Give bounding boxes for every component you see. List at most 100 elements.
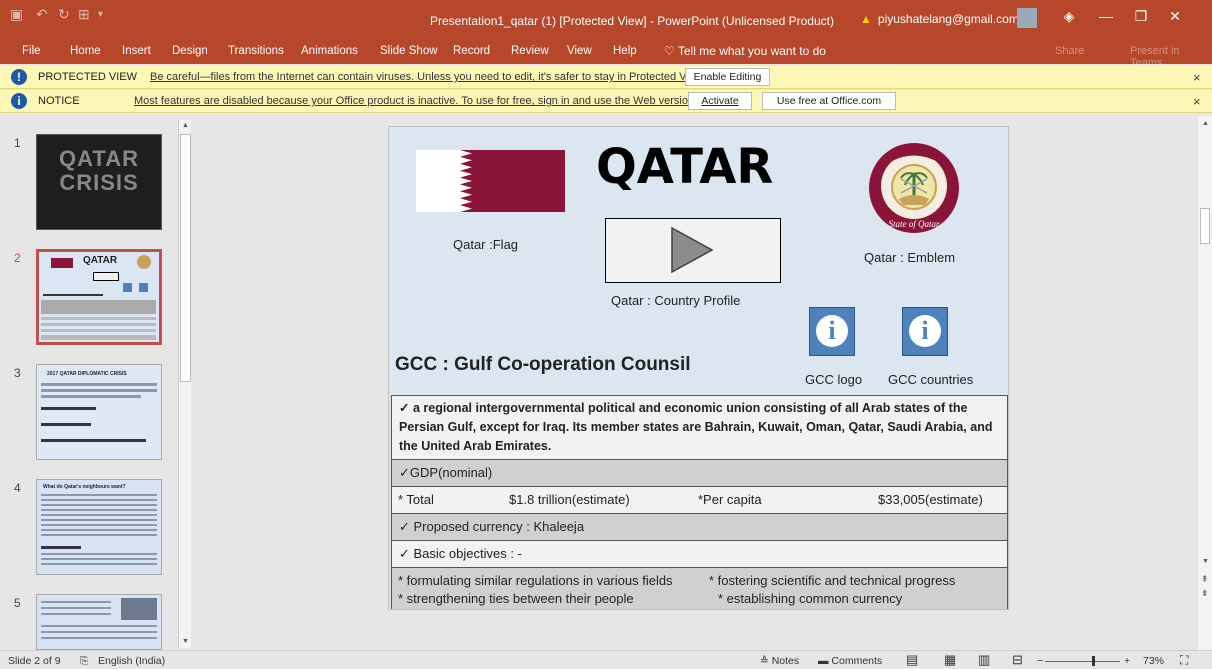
tab-design[interactable]: Design [172, 45, 208, 57]
country-profile-video[interactable] [605, 218, 781, 283]
tab-transitions[interactable]: Transitions [228, 45, 284, 57]
comments-button[interactable]: ▬ Comments [818, 655, 882, 667]
thumb-line [41, 601, 111, 603]
slide-counter: Slide 2 of 9 [8, 655, 61, 667]
tab-file[interactable]: File [22, 45, 41, 57]
tab-insert[interactable]: Insert [122, 45, 151, 57]
tab-view[interactable]: View [567, 45, 592, 57]
slide-canvas[interactable]: QATAR State of Qatar Qatar :Flag Qatar :… [388, 126, 1009, 610]
tell-me-search[interactable]: ♡ Tell me what you want to do [664, 44, 826, 58]
close-protected-bar-icon[interactable]: × [1193, 70, 1201, 85]
zoom-slider[interactable] [1045, 661, 1120, 662]
scroll-down-icon[interactable]: ▼ [182, 638, 189, 645]
customize-qat-icon[interactable]: ⊞ [78, 6, 90, 23]
qat-dropdown-icon[interactable]: ▾ [98, 9, 103, 20]
thumb-line [41, 613, 111, 615]
share-button[interactable]: Share [1055, 45, 1084, 57]
zoom-level[interactable]: 73% [1143, 655, 1164, 667]
gcc-logo-info-button[interactable]: i [809, 307, 855, 356]
tab-review[interactable]: Review [511, 45, 549, 57]
info-icon: i [909, 315, 941, 347]
zoom-out-icon[interactable]: − [1037, 655, 1043, 667]
protected-view-message[interactable]: Be careful—files from the Internet can c… [150, 71, 705, 83]
emblem-lettering: State of Qatar [889, 219, 940, 229]
thumb-line [41, 558, 157, 560]
thumbnail-scrollbar[interactable]: ▲ ▼ [178, 120, 191, 648]
slide-scrollbar[interactable]: ▲ ▼ ⇞ ⇟ [1198, 116, 1212, 650]
shield-icon: ! [11, 69, 27, 85]
normal-view-icon[interactable]: ▤ [906, 652, 918, 668]
next-slide-icon[interactable]: ⇟ [1201, 588, 1209, 599]
gcc-info-table[interactable]: ✓ a regional intergovernmental political… [391, 395, 1008, 609]
flag-caption[interactable]: Qatar :Flag [453, 237, 518, 252]
account-area[interactable]: ▲ piyushatelang@gmail.com [860, 12, 1019, 26]
gcc-heading[interactable]: GCC : Gulf Co-operation Counsil [395, 354, 691, 376]
scroll-up-icon[interactable]: ▲ [1202, 120, 1209, 127]
zoom-slider-handle[interactable] [1092, 656, 1095, 666]
thumb-line [41, 317, 156, 320]
enable-editing-button[interactable]: Enable Editing [685, 68, 770, 86]
title-bar: ▣ ↶ ↻ ⊞ ▾ Presentation1_qatar (1) [Prote… [0, 0, 1212, 40]
tab-slide-show[interactable]: Slide Show [380, 45, 438, 57]
diamond-icon[interactable]: ◈ [1059, 8, 1079, 25]
thumb-line [41, 329, 156, 332]
thumb-line [41, 563, 157, 565]
gcc-countries-info-button[interactable]: i [902, 307, 948, 356]
lightbulb-icon: ♡ [664, 44, 678, 58]
slide-thumbnail-5[interactable] [36, 594, 162, 650]
objective-2: * fostering scientific and technical pro… [709, 573, 956, 588]
tab-animations[interactable]: Animations [301, 45, 358, 57]
gcc-countries-caption[interactable]: GCC countries [888, 372, 973, 387]
protected-view-title: PROTECTED VIEW [38, 71, 138, 83]
close-button[interactable]: ✕ [1165, 8, 1185, 25]
tab-home[interactable]: Home [70, 45, 101, 57]
redo-icon[interactable]: ↻ [58, 6, 70, 23]
play-icon[interactable] [670, 226, 714, 274]
use-free-button[interactable]: Use free at Office.com [762, 92, 896, 110]
slide-thumbnail-2[interactable]: QATAR [36, 249, 162, 345]
slide-thumbnail-1[interactable]: QATAR CRISIS [36, 134, 162, 230]
slide-thumbnail-4[interactable]: What do Qatar's neighbours want? [36, 479, 162, 575]
slide-title[interactable]: QATAR [596, 139, 773, 195]
qatar-flag-image[interactable] [416, 150, 565, 212]
fit-to-window-icon[interactable]: ⛶ [1180, 653, 1188, 668]
scrollbar-thumb[interactable] [1200, 208, 1210, 244]
thumb-line [41, 514, 157, 516]
slide-sorter-icon[interactable]: ▦ [944, 652, 956, 668]
slide-thumbnail-3[interactable]: 2017 QATAR DIPLOMATIC CRISIS [36, 364, 162, 460]
slideshow-icon[interactable]: ⊟ [1012, 652, 1023, 668]
scrollbar-thumb[interactable] [180, 134, 191, 382]
thumb3-title: 2017 QATAR DIPLOMATIC CRISIS [47, 371, 127, 377]
close-notice-bar-icon[interactable]: × [1193, 94, 1201, 109]
thumb-number: 1 [14, 136, 21, 150]
avatar[interactable] [1017, 8, 1037, 28]
qatar-emblem-image[interactable]: State of Qatar [867, 141, 961, 235]
country-profile-caption[interactable]: Qatar : Country Profile [611, 293, 740, 308]
zoom-in-icon[interactable]: + [1124, 655, 1130, 667]
thumb-line [41, 546, 81, 549]
table-row: * Total $1.8 trillion(estimate) *Per cap… [391, 487, 1008, 514]
previous-slide-icon[interactable]: ⇞ [1201, 574, 1209, 585]
status-bar: Slide 2 of 9 ⎘ English (India) ≙ Notes ▬… [0, 650, 1212, 669]
notes-button[interactable]: ≙ Notes [760, 655, 799, 667]
tab-record[interactable]: Record [453, 45, 490, 57]
minimize-button[interactable]: — [1096, 8, 1116, 24]
notice-message[interactable]: Most features are disabled because your … [134, 95, 697, 107]
tab-help[interactable]: Help [613, 45, 637, 57]
thumb-number: 2 [14, 251, 21, 265]
spelling-icon[interactable]: ⎘ [80, 655, 88, 668]
notice-title: NOTICE [38, 95, 80, 107]
thumb-line [41, 519, 157, 521]
scroll-up-icon[interactable]: ▲ [182, 122, 189, 129]
save-icon[interactable]: ▣ [10, 6, 23, 23]
language-indicator[interactable]: English (India) [98, 655, 165, 667]
emblem-caption[interactable]: Qatar : Emblem [864, 250, 955, 265]
scroll-down-icon[interactable]: ▼ [1202, 558, 1209, 565]
undo-icon[interactable]: ↶ [36, 6, 48, 23]
per-capita-label: *Per capita [698, 492, 762, 507]
restore-button[interactable]: ❐ [1131, 8, 1151, 25]
activate-button[interactable]: Activate [688, 92, 752, 110]
reading-view-icon[interactable]: ▥ [978, 652, 990, 668]
table-row: ✓ a regional intergovernmental political… [391, 396, 1008, 460]
gcc-logo-caption[interactable]: GCC logo [805, 372, 862, 387]
